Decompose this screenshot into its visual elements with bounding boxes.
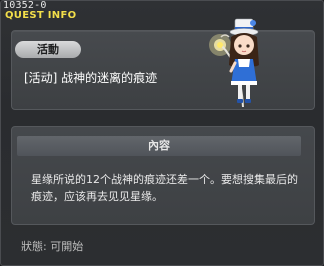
quest-name: [活动] 战神的迷离的痕迹: [24, 71, 158, 85]
quest-status: 狀態: 可開始: [21, 240, 84, 253]
quest-description: 星缘所说的12个战神的痕迹还差一个。要想搜集最后的痕迹，应该再去见见星缘。: [31, 173, 298, 203]
window-title: QUEST INFO: [5, 10, 77, 21]
content-section-header: 內容: [17, 136, 301, 156]
quest-category-badge: 活動: [15, 41, 81, 58]
npc-portrait: [209, 18, 259, 108]
quest-info-window: 10352-0 QUEST INFO 活動 [活动] 战神的迷离的痕迹 內容 星…: [0, 0, 324, 266]
